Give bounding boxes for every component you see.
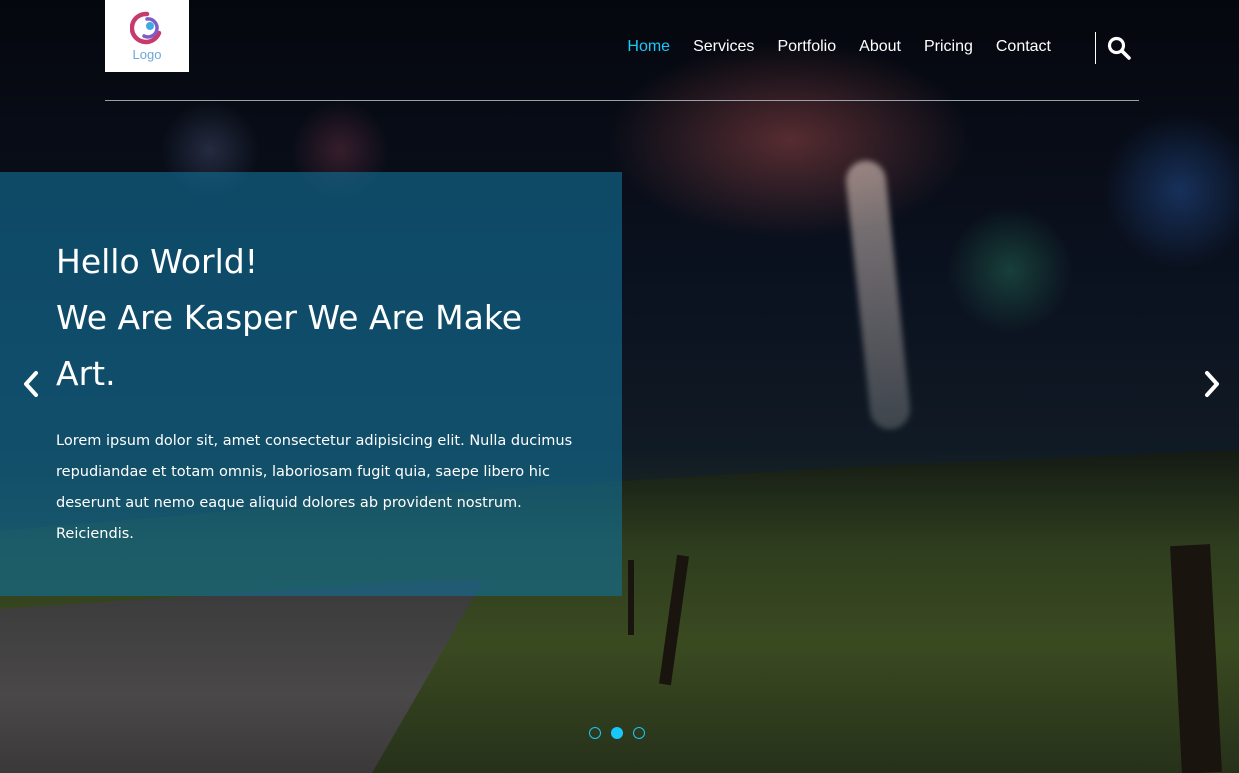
nav-link-pricing[interactable]: Pricing [924, 36, 973, 58]
logo[interactable]: Logo [105, 0, 189, 72]
nav-link-services[interactable]: Services [693, 36, 754, 58]
chevron-right-icon[interactable] [1201, 368, 1223, 400]
site-header: Logo Home Services Portfolio About Prici… [105, 0, 1139, 101]
slider-dot[interactable] [633, 727, 645, 739]
hero-text-panel: Hello World! We Are Kasper We Are Make A… [0, 172, 622, 596]
nav-link-portfolio[interactable]: Portfolio [777, 36, 836, 58]
nav-link-about[interactable]: About [859, 36, 901, 58]
logo-text: Logo [132, 46, 162, 62]
slider-dot-active[interactable] [611, 727, 623, 739]
hero-title-line2: We Are Kasper We Are Make Art. [56, 298, 523, 393]
hero-section: Logo Home Services Portfolio About Prici… [0, 0, 1239, 773]
firework-trail [843, 158, 913, 432]
slider-dots [589, 727, 655, 739]
main-nav: Home Services Portfolio About Pricing Co… [604, 36, 1051, 58]
hero-title: Hello World! We Are Kasper We Are Make A… [56, 234, 556, 402]
nav-link-contact[interactable]: Contact [996, 36, 1051, 58]
nav-divider [1095, 32, 1096, 64]
fence-post [628, 560, 634, 635]
nav-link-home[interactable]: Home [627, 36, 670, 58]
hero-title-line1: Hello World! [56, 242, 258, 281]
logo-icon [130, 11, 162, 44]
hero-description: Lorem ipsum dolor sit, amet consectetur … [56, 433, 573, 542]
slider-dot[interactable] [589, 727, 601, 739]
chevron-left-icon[interactable] [20, 368, 42, 400]
search-icon[interactable] [1107, 36, 1131, 60]
